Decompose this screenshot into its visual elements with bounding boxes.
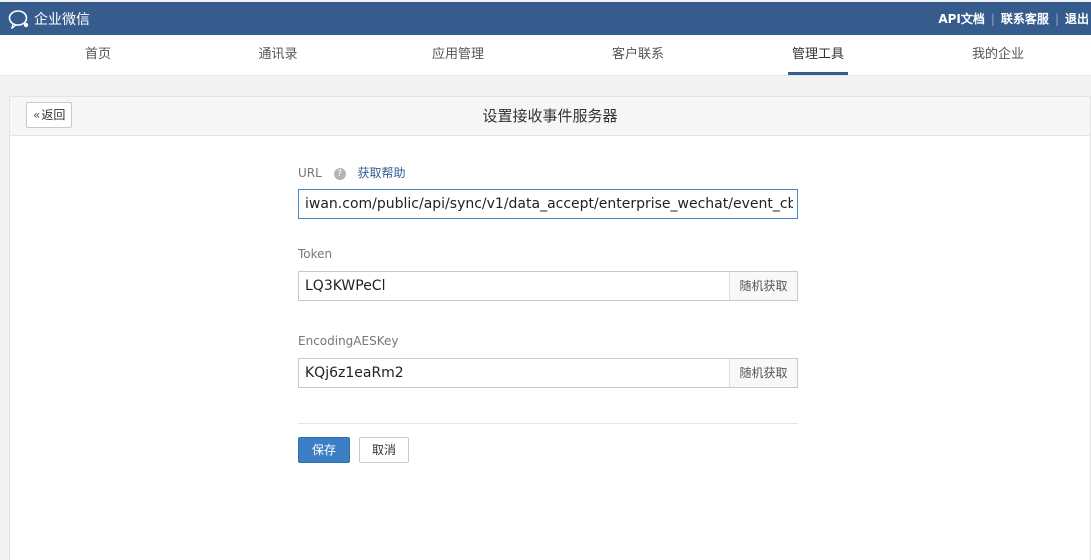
double-chevron-left-icon: «	[33, 108, 41, 122]
token-field[interactable]: LQ3KWPeCl 随机获取	[298, 271, 798, 301]
form-divider	[298, 423, 798, 424]
contact-support-link[interactable]: 联系客服	[1001, 10, 1049, 27]
logo[interactable]: 企业微信	[8, 8, 90, 30]
back-button[interactable]: « 返回	[26, 102, 73, 128]
api-docs-link[interactable]: API文档	[938, 10, 985, 27]
save-button[interactable]: 保存	[298, 437, 350, 463]
url-value: iwan.com/public/api/sync/v1/data_accept/…	[305, 196, 793, 212]
nav-app-management[interactable]: 应用管理	[398, 35, 518, 75]
logout-link[interactable]: 退出	[1065, 10, 1089, 27]
nav-customer-contact[interactable]: 客户联系	[578, 35, 698, 75]
link-separator: |	[990, 11, 995, 26]
main-nav: 首页 通讯录 应用管理 客户联系 管理工具 我的企业	[0, 35, 1091, 76]
page-title: 设置接收事件服务器	[482, 107, 618, 125]
token-random-button[interactable]: 随机获取	[729, 272, 797, 300]
link-separator: |	[1054, 11, 1059, 26]
url-field[interactable]: iwan.com/public/api/sync/v1/data_accept/…	[298, 189, 798, 219]
top-links: API文档 | 联系客服 | 退出	[938, 2, 1091, 35]
wecom-logo-icon	[8, 9, 30, 29]
nav-management-tools[interactable]: 管理工具	[758, 35, 878, 75]
cancel-button[interactable]: 取消	[359, 437, 409, 463]
nav-home[interactable]: 首页	[38, 35, 158, 75]
question-icon[interactable]: ?	[333, 167, 346, 180]
aes-key-value: KQj6z1eaRm2	[305, 365, 404, 381]
top-header: 企业微信 API文档 | 联系客服 | 退出	[0, 2, 1091, 35]
url-label-row: URL ? 获取帮助	[298, 164, 405, 181]
nav-my-enterprise[interactable]: 我的企业	[938, 35, 1058, 75]
back-label: 返回	[41, 108, 66, 122]
aes-random-button[interactable]: 随机获取	[729, 359, 797, 387]
get-help-link[interactable]: 获取帮助	[357, 166, 405, 180]
logo-text: 企业微信	[34, 12, 90, 28]
nav-contacts[interactable]: 通讯录	[218, 35, 338, 75]
token-value: LQ3KWPeCl	[305, 278, 386, 294]
settings-panel: 设置接收事件服务器 « 返回 URL ? 获取帮助 iwan.com/publi…	[9, 96, 1091, 560]
url-label: URL	[298, 166, 322, 180]
panel-header: 设置接收事件服务器 « 返回	[10, 97, 1090, 136]
token-label: Token	[298, 247, 333, 261]
aes-key-label: EncodingAESKey	[298, 334, 399, 348]
aes-key-field[interactable]: KQj6z1eaRm2 随机获取	[298, 358, 798, 388]
